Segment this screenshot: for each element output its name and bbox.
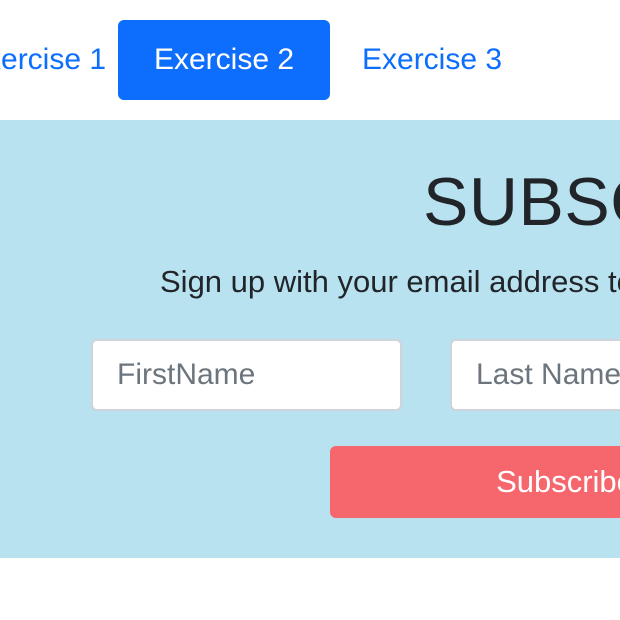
tab-exercise-2[interactable]: Exercise 2 [118, 20, 330, 100]
subscribe-button[interactable]: Subscribe [330, 446, 620, 518]
exercise-tabs: Exercise 1 Exercise 2 Exercise 3 [0, 0, 620, 120]
tab-exercise-1[interactable]: Exercise 1 [0, 20, 116, 100]
tab-exercise-3[interactable]: Exercise 3 [348, 20, 542, 100]
subscribe-subtitle: Sign up with your email address to recei… [160, 264, 620, 299]
first-name-field[interactable] [91, 339, 402, 411]
subscribe-title: SUBSCRIBE [423, 164, 620, 240]
last-name-field[interactable] [450, 339, 620, 411]
page: Exercise 1 Exercise 2 Exercise 3 SUBSCRI… [0, 0, 620, 620]
subscribe-panel: SUBSCRIBE Sign up with your email addres… [0, 120, 620, 558]
